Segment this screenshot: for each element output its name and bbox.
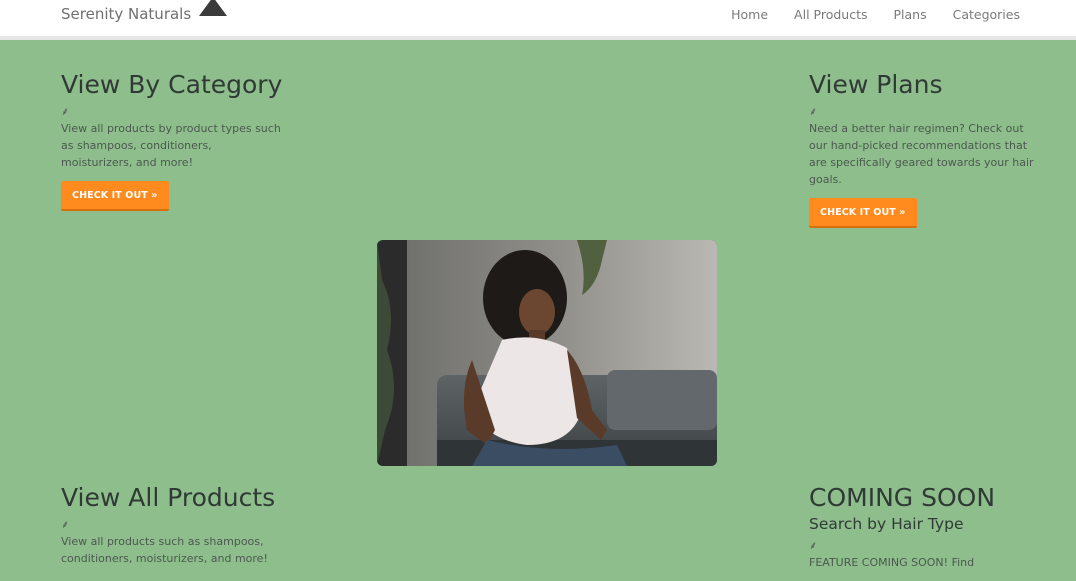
- section-description: FEATURE COMING SOON! Find: [809, 556, 975, 569]
- leaf-divider-icon: ⸙: [809, 105, 818, 118]
- nav-links: Home All Products Plans Categories: [705, 7, 1020, 22]
- section-view-plans: View Plans ⸙ Need a better hair regimen?…: [809, 70, 1041, 228]
- leaf-divider-icon: ⸙: [61, 105, 70, 118]
- hero-photo: [377, 240, 717, 466]
- section-description: View all products such as shampoos, cond…: [61, 535, 268, 565]
- woman-on-sofa-image: [377, 240, 717, 466]
- section-title: View Plans: [809, 70, 943, 99]
- nav-link-plans[interactable]: Plans: [894, 7, 927, 22]
- top-navbar: Serenity Naturals Home All Products Plan…: [0, 0, 1076, 40]
- section-subtitle: Search by Hair Type: [809, 515, 964, 533]
- section-title: View By Category: [61, 70, 283, 99]
- nav-link-all-products[interactable]: All Products: [794, 7, 867, 22]
- section-coming-soon: COMING SOON Search by Hair Type ⸙ FEATUR…: [809, 483, 1041, 571]
- brand-name[interactable]: Serenity Naturals: [61, 5, 191, 23]
- nav-link-home[interactable]: Home: [731, 7, 768, 22]
- leaf-divider-icon: ⸙: [61, 518, 70, 531]
- section-description: View all products by product types such …: [61, 122, 281, 169]
- nav-link-categories[interactable]: Categories: [953, 7, 1020, 22]
- section-description: Need a better hair regimen? Check out ou…: [809, 122, 1034, 186]
- section-view-all-products: View All Products ⸙ View all products su…: [61, 483, 321, 567]
- section-title: View All Products: [61, 483, 276, 512]
- section-title: COMING SOON: [809, 483, 996, 512]
- mountain-logo-icon[interactable]: [197, 0, 229, 18]
- category-check-it-out-button[interactable]: CHECK IT OUT »: [61, 181, 169, 211]
- plans-check-it-out-button[interactable]: CHECK IT OUT »: [809, 198, 917, 228]
- leaf-divider-icon: ⸙: [809, 539, 818, 552]
- section-view-by-category: View By Category ⸙ View all products by …: [61, 70, 291, 211]
